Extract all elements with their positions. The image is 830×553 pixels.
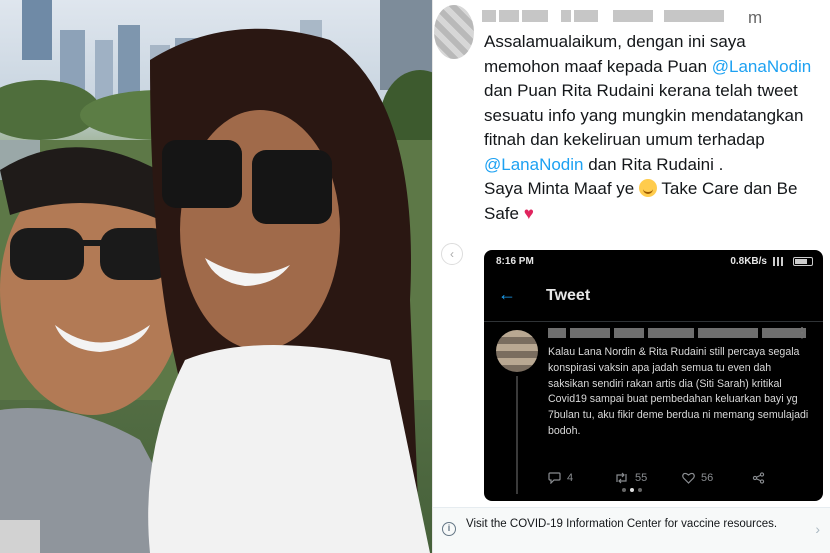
tweet-text-part: dan Puan Rita Rudaini kerana telah tweet… <box>484 81 804 149</box>
retweet-icon <box>616 472 627 484</box>
selfie-illustration <box>0 0 432 553</box>
info-icon: i <box>442 522 456 536</box>
carousel-dot <box>622 488 626 492</box>
tweet-text-part: Saya Minta Maaf ye <box>484 179 639 198</box>
author-handle-tail: m <box>748 8 763 27</box>
covid-info-banner[interactable]: i Visit the COVID-19 Information Center … <box>433 507 830 553</box>
status-indicators: 0.8KB/s <box>730 256 813 267</box>
tweet-text-part: dan Rita Rudaini . <box>583 154 724 174</box>
mention-link[interactable]: @LanaNodin <box>712 57 812 76</box>
phone-app-bar: ← Tweet <box>484 272 823 322</box>
phone-status-bar: 8:16 PM 0.8KB/s <box>484 250 823 272</box>
inner-author-name-redacted <box>548 328 806 338</box>
tweet-text-part: Assalamualaikum, dengan ini saya memohon… <box>484 32 746 76</box>
chevron-right-icon[interactable]: › <box>815 521 820 537</box>
retweet-action[interactable]: 55 <box>614 472 647 484</box>
reply-action[interactable]: 4 <box>548 472 573 484</box>
signal-icon <box>773 257 787 266</box>
covid-banner-text[interactable]: Visit the COVID-19 Information Center fo… <box>466 517 796 532</box>
more-options-icon[interactable]: ⋮ <box>795 324 809 341</box>
like-count: 56 <box>701 472 714 484</box>
tweet-actions: 4 55 56 <box>548 472 808 490</box>
like-icon <box>682 472 695 484</box>
retweet-count: 55 <box>635 472 648 484</box>
mention-link[interactable]: @LanaNodin <box>484 155 584 174</box>
author-name-redacted[interactable] <box>482 10 724 22</box>
battery-icon <box>793 257 813 266</box>
thread-line <box>516 376 518 494</box>
reply-icon <box>548 472 561 484</box>
carousel-dot-active <box>630 488 634 492</box>
carousel-dots <box>622 488 642 492</box>
back-arrow-icon[interactable]: ← <box>498 284 516 305</box>
share-icon <box>752 472 765 484</box>
heart-emoji-icon: ♥ <box>523 203 534 223</box>
tweet-text: Assalamualaikum, dengan ini saya memohon… <box>484 30 824 226</box>
author-avatar[interactable] <box>434 5 474 59</box>
inner-tweet-text: Kalau Lana Nordin & Rita Rudaini still p… <box>548 346 809 437</box>
smiling-face-emoji-icon <box>638 179 657 197</box>
app-title: Tweet <box>546 287 591 304</box>
status-time: 8:16 PM <box>496 256 534 267</box>
network-speed: 0.8KB/s <box>730 256 767 267</box>
carousel-dot <box>638 488 642 492</box>
embedded-screenshot[interactable]: 8:16 PM 0.8KB/s ← Tweet ⋮ Kalau Lana Nor… <box>484 250 823 501</box>
carousel-prev-button[interactable]: ‹ <box>441 243 463 265</box>
like-action[interactable]: 56 <box>682 472 713 484</box>
screen: m Assalamualaikum, dengan ini saya memoh… <box>0 0 830 553</box>
reply-count: 4 <box>567 472 574 484</box>
panel-divider <box>432 0 433 553</box>
inner-author-avatar[interactable] <box>496 330 538 372</box>
share-action[interactable] <box>752 472 765 484</box>
selfie-photo <box>0 0 432 553</box>
